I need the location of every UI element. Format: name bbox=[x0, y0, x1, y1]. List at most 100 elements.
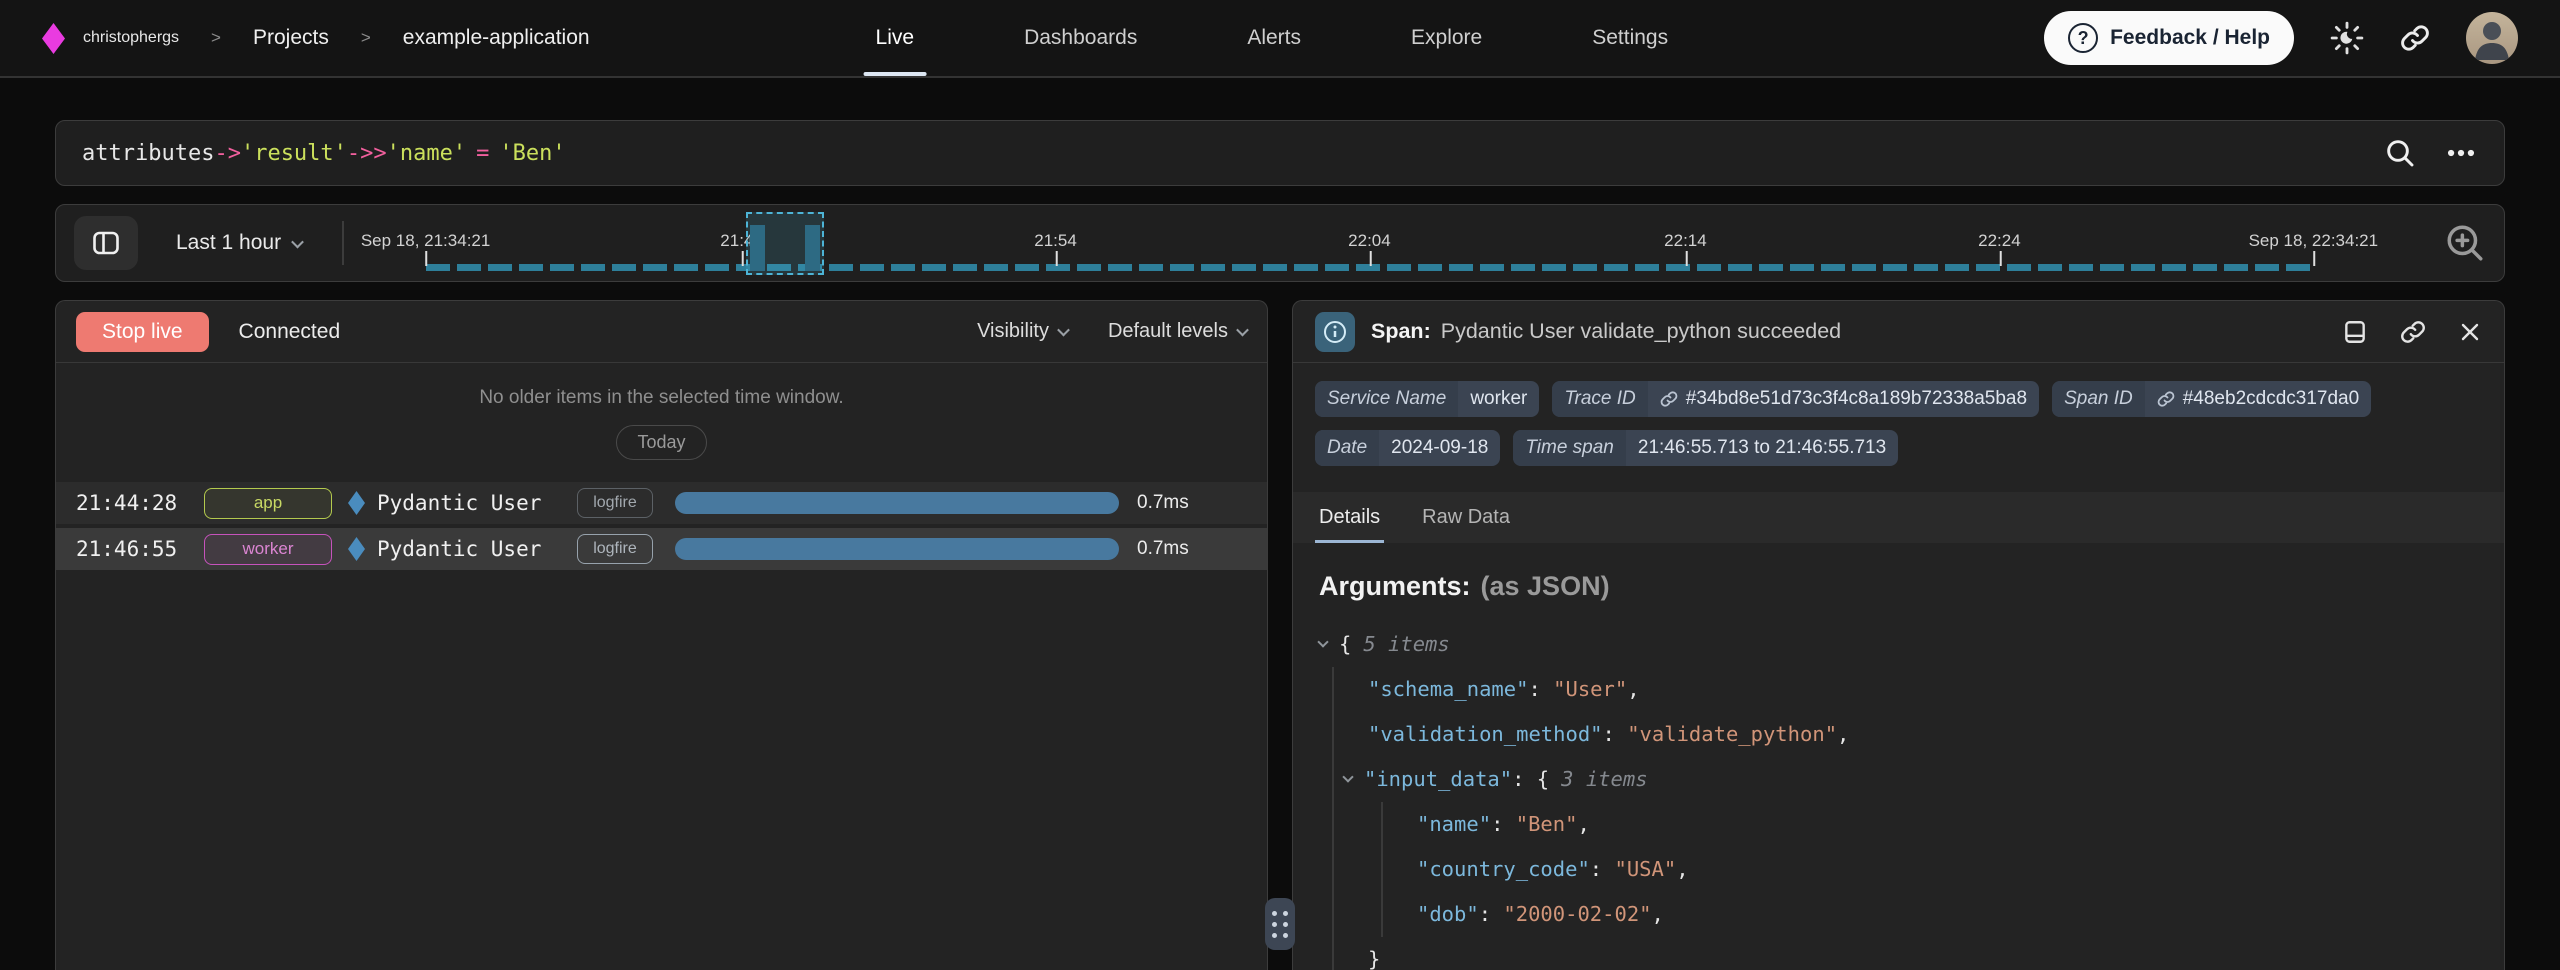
query-field: attributes bbox=[82, 141, 214, 166]
span-panel-header: Span:Pydantic User validate_python succe… bbox=[1293, 301, 2504, 363]
tab-settings[interactable]: Settings bbox=[1580, 0, 1680, 76]
badge-value: #48eb2cdcdc317da0 bbox=[2145, 381, 2371, 417]
badge-value: #34bd8e51d73c3f4c8a189b72338a5ba8 bbox=[1648, 381, 2039, 417]
trace-row[interactable]: 21:46:55 worker Pydantic User logfire 0.… bbox=[56, 528, 1267, 570]
link-icon bbox=[2157, 390, 2175, 408]
trace-id-badge[interactable]: Trace ID #34bd8e51d73c3f4c8a189b72338a5b… bbox=[1552, 381, 2039, 417]
span-id-badge[interactable]: Span ID #48eb2cdcdc317da0 bbox=[2052, 381, 2371, 417]
json-entry: schema_nameUser bbox=[1368, 667, 2478, 712]
breadcrumb-separator: > bbox=[361, 28, 371, 48]
collapse-chevron-icon[interactable] bbox=[1317, 636, 1328, 647]
link-icon bbox=[1660, 390, 1678, 408]
json-item-count: 5 items bbox=[1363, 632, 1449, 656]
json-nested-object[interactable]: input_data3 items bbox=[1368, 757, 2478, 802]
breadcrumb-projects[interactable]: Projects bbox=[253, 26, 329, 50]
logfire-chip: logfire bbox=[577, 488, 653, 518]
today-badge[interactable]: Today bbox=[616, 425, 706, 460]
main-content: Stop live Connected Visibility Default l… bbox=[55, 300, 2505, 970]
query-operator: -> bbox=[214, 141, 241, 166]
service-name-badge: Service Name worker bbox=[1315, 381, 1539, 417]
badge-label: Time span bbox=[1513, 430, 1626, 466]
span-title: Span:Pydantic User validate_python succe… bbox=[1371, 319, 1841, 344]
tab-details[interactable]: Details bbox=[1315, 492, 1384, 543]
logfire-app: christophergs > Projects > example-appli… bbox=[0, 0, 2560, 970]
span-duration-bar[interactable] bbox=[675, 492, 1119, 514]
badge-label: Span ID bbox=[2052, 381, 2145, 417]
collapse-chevron-icon[interactable] bbox=[1342, 771, 1353, 782]
json-entry: validation_methodvalidate_python bbox=[1368, 712, 2478, 757]
breadcrumb: christophergs > Projects > example-appli… bbox=[42, 23, 590, 54]
trace-name: Pydantic User bbox=[377, 491, 577, 515]
trace-timestamp: 21:46:55 bbox=[76, 537, 204, 561]
visibility-dropdown[interactable]: Visibility bbox=[977, 320, 1068, 343]
default-levels-dropdown[interactable]: Default levels bbox=[1108, 320, 1247, 343]
tab-explore[interactable]: Explore bbox=[1399, 0, 1494, 76]
live-panel-header: Stop live Connected Visibility Default l… bbox=[56, 301, 1267, 363]
json-tree: 5 items schema_nameUser validation_metho… bbox=[1319, 622, 2478, 970]
json-entry: nameBen bbox=[1417, 802, 2478, 847]
timeline-tick: 21:54 bbox=[1034, 231, 1077, 251]
default-levels-label: Default levels bbox=[1108, 320, 1228, 343]
tab-live[interactable]: Live bbox=[864, 0, 927, 76]
breadcrumb-separator: > bbox=[211, 28, 221, 48]
feedback-help-button[interactable]: ? Feedback / Help bbox=[2044, 11, 2294, 65]
trace-name: Pydantic User bbox=[377, 537, 577, 561]
connection-status: Connected bbox=[239, 320, 341, 344]
json-entry: country_codeUSA bbox=[1417, 847, 2478, 892]
badge-value: 21:46:55.713 to 21:46:55.713 bbox=[1626, 430, 1898, 466]
badge-value: 2024-09-18 bbox=[1379, 430, 1500, 466]
divider bbox=[342, 221, 344, 265]
span-title-text: Pydantic User validate_python succeeded bbox=[1441, 319, 1841, 343]
trace-timestamp: 21:44:28 bbox=[76, 491, 204, 515]
panel-resize-handle[interactable] bbox=[1265, 898, 1295, 950]
logfire-logo-icon[interactable] bbox=[42, 23, 65, 54]
json-root-group: schema_nameUser validation_methodvalidat… bbox=[1332, 667, 2478, 970]
theme-toggle-icon[interactable] bbox=[2330, 21, 2364, 55]
query-operator: ->> bbox=[347, 141, 387, 166]
zoom-in-icon[interactable] bbox=[2444, 222, 2486, 264]
env-badge-app[interactable]: app bbox=[204, 488, 332, 519]
sidebar-toggle-icon[interactable] bbox=[74, 216, 138, 270]
json-entry: dob2000-02-02 bbox=[1417, 892, 2478, 937]
trace-list: 21:44:28 app Pydantic User logfire 0.7ms… bbox=[56, 482, 1267, 574]
time-span-badge: Time span 21:46:55.713 to 21:46:55.713 bbox=[1513, 430, 1898, 466]
span-duration: 0.7ms bbox=[1137, 492, 1189, 514]
timeline-tick: 22:24 bbox=[1978, 231, 2021, 251]
feedback-help-label: Feedback / Help bbox=[2110, 26, 2270, 50]
logfire-chip: logfire bbox=[577, 534, 653, 564]
span-detail-panel: Span:Pydantic User validate_python succe… bbox=[1292, 300, 2505, 970]
breadcrumb-org[interactable]: christophergs bbox=[83, 29, 179, 47]
json-root-line[interactable]: 5 items bbox=[1319, 622, 2478, 667]
stop-live-button[interactable]: Stop live bbox=[76, 312, 209, 352]
timeline-selection[interactable] bbox=[746, 212, 824, 275]
timeline-tick: Sep 18, 22:34:21 bbox=[2249, 231, 2379, 251]
tab-dashboards[interactable]: Dashboards bbox=[1012, 0, 1149, 76]
time-range-dropdown[interactable]: Last 1 hour bbox=[176, 231, 302, 255]
search-icon[interactable] bbox=[2384, 137, 2416, 169]
breadcrumb-project[interactable]: example-application bbox=[403, 26, 590, 50]
visibility-label: Visibility bbox=[977, 320, 1049, 343]
span-duration: 0.7ms bbox=[1137, 538, 1189, 560]
arguments-subheading: (as JSON) bbox=[1481, 571, 1610, 601]
env-badge-worker[interactable]: worker bbox=[204, 534, 332, 565]
json-close-brace bbox=[1368, 937, 2478, 970]
tab-raw-data[interactable]: Raw Data bbox=[1418, 492, 1514, 543]
empty-message: No older items in the selected time wind… bbox=[56, 387, 1267, 409]
live-panel: Stop live Connected Visibility Default l… bbox=[55, 300, 1268, 970]
copy-link-icon[interactable] bbox=[2400, 319, 2426, 345]
chevron-down-icon bbox=[1236, 324, 1249, 337]
trace-row[interactable]: 21:44:28 app Pydantic User logfire 0.7ms bbox=[56, 482, 1267, 524]
close-icon[interactable] bbox=[2458, 319, 2482, 345]
span-duration-bar[interactable] bbox=[675, 538, 1119, 560]
query-more-icon[interactable] bbox=[2444, 136, 2478, 170]
timeline-plot[interactable]: Sep 18, 21:34:21 21:44 21:54 22:04 22:14… bbox=[366, 205, 2418, 281]
span-diamond-icon bbox=[348, 537, 365, 561]
tab-alerts[interactable]: Alerts bbox=[1235, 0, 1313, 76]
query-equals: = bbox=[476, 141, 489, 166]
timeline-tick: 22:04 bbox=[1348, 231, 1391, 251]
query-input[interactable]: attributes->'result'->>'name'='Ben' bbox=[55, 120, 2505, 186]
dock-panel-icon[interactable] bbox=[2342, 319, 2368, 345]
user-avatar[interactable] bbox=[2466, 12, 2518, 64]
share-link-icon[interactable] bbox=[2400, 23, 2430, 53]
timeline-tick: 22:14 bbox=[1664, 231, 1707, 251]
